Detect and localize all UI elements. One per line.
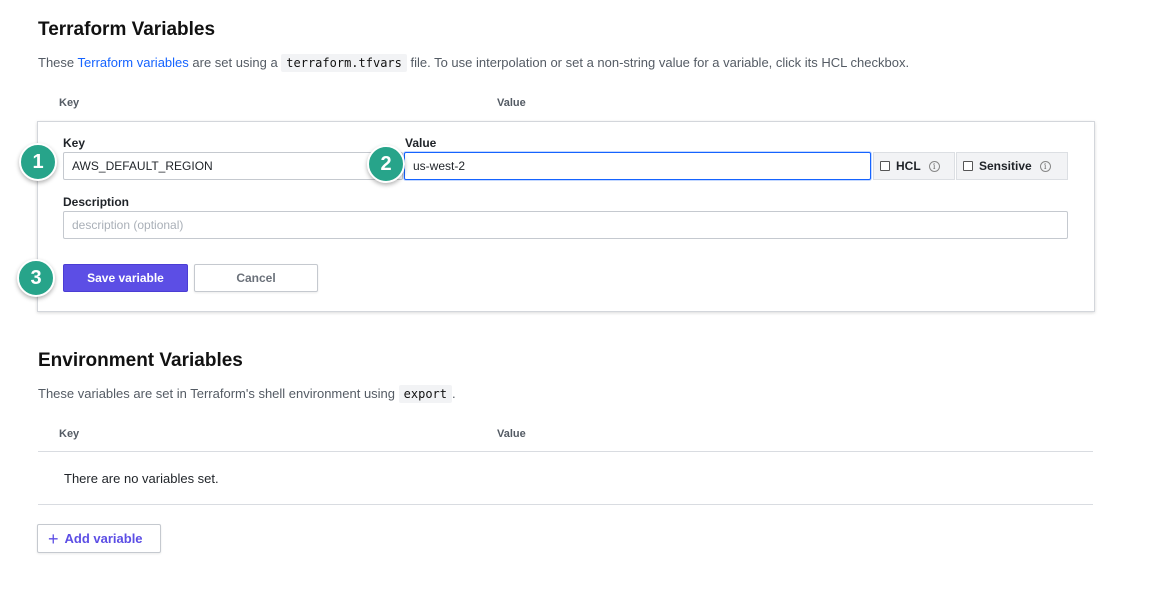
terraform-variables-link[interactable]: Terraform variables: [78, 55, 189, 70]
key-input[interactable]: AWS_DEFAULT_REGION: [63, 152, 403, 180]
terraform-variables-title: Terraform Variables: [38, 19, 216, 40]
plus-icon: +: [48, 528, 59, 549]
sensitive-label: Sensitive: [979, 159, 1032, 173]
env-table-bottom-divider: [38, 504, 1093, 505]
tfvars-code: terraform.tfvars: [281, 54, 407, 72]
environment-variables-description: These variables are set in Terraform's s…: [38, 385, 456, 403]
step-badge-2: 2: [367, 145, 405, 183]
hcl-checkbox-group[interactable]: HCL i: [873, 152, 955, 180]
terraform-variables-description: These Terraform variables are set using …: [38, 54, 910, 72]
key-label: Key: [63, 136, 86, 150]
cancel-button[interactable]: Cancel: [194, 264, 318, 292]
info-icon[interactable]: i: [1039, 160, 1051, 172]
env-col-value: Value: [497, 428, 526, 440]
terraform-col-key: Key: [59, 97, 80, 109]
description-label: Description: [63, 195, 130, 209]
empty-state-text: There are no variables set.: [64, 471, 219, 486]
environment-variables-title: Environment Variables: [38, 350, 243, 371]
value-label: Value: [405, 136, 437, 150]
add-variable-button[interactable]: + Add variable: [37, 524, 161, 553]
info-icon[interactable]: i: [928, 160, 940, 172]
env-table-header-divider: [38, 451, 1093, 452]
terraform-col-value: Value: [497, 97, 526, 109]
hcl-label: HCL: [896, 159, 921, 173]
value-input[interactable]: us-west-2: [404, 152, 871, 180]
sensitive-checkbox-group[interactable]: Sensitive i: [956, 152, 1068, 180]
save-variable-button[interactable]: Save variable: [63, 264, 188, 292]
hcl-checkbox[interactable]: [880, 161, 890, 171]
export-code: export: [398, 385, 452, 403]
sensitive-checkbox[interactable]: [963, 161, 973, 171]
env-col-key: Key: [59, 428, 80, 440]
step-badge-3: 3: [17, 259, 55, 297]
add-variable-label: Add variable: [64, 531, 143, 546]
step-badge-1: 1: [19, 143, 57, 181]
description-input[interactable]: description (optional): [63, 211, 1068, 239]
